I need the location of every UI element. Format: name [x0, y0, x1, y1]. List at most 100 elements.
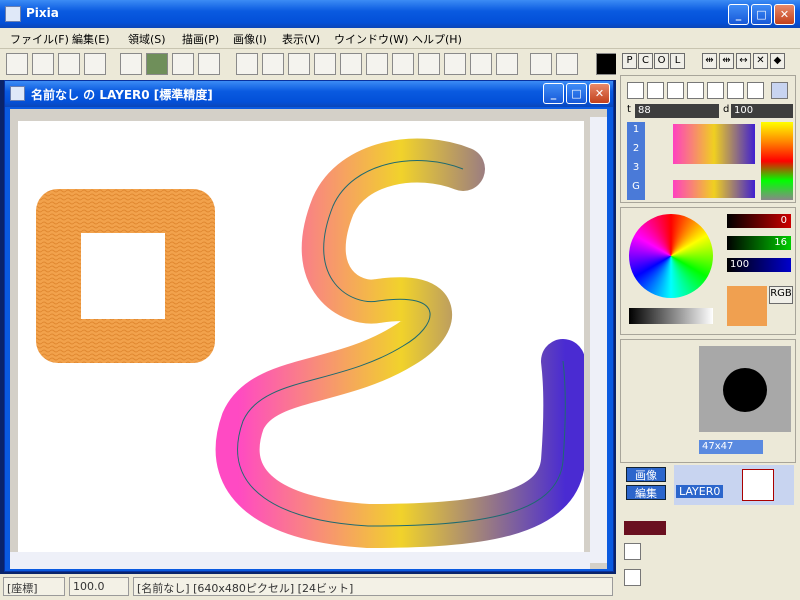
collapse-icon[interactable]: ◆ — [770, 53, 785, 69]
layer-num-3[interactable]: 3 — [627, 162, 645, 173]
menu-draw[interactable]: 描画(P) — [182, 31, 219, 47]
layer-list-icon[interactable] — [624, 569, 641, 586]
gradient-curve-stroke — [215, 138, 588, 549]
save-icon[interactable] — [58, 53, 80, 75]
edit-tab[interactable]: 編集 — [626, 485, 666, 500]
layer-name[interactable]: LAYER0 — [676, 485, 724, 498]
arrange-horizontal-icon[interactable]: ⇹ — [702, 53, 717, 69]
app-title: Pixia — [26, 6, 59, 20]
vertical-scrollbar[interactable] — [590, 117, 607, 563]
copy-icon[interactable] — [172, 53, 194, 75]
app-icon — [5, 6, 21, 22]
maximize-button[interactable]: □ — [751, 4, 772, 25]
menu-image[interactable]: 画像(I) — [233, 31, 267, 47]
document-icon — [10, 86, 25, 101]
horizontal-scrollbar[interactable] — [10, 552, 590, 569]
checker-icon[interactable] — [496, 53, 518, 75]
rectangle-icon[interactable] — [262, 53, 284, 75]
color-panel: 0 16 100 RGB — [620, 207, 796, 335]
lasso-icon[interactable] — [418, 53, 440, 75]
eraser-tool-icon[interactable] — [747, 82, 764, 99]
blue-value[interactable]: 100 — [727, 258, 791, 272]
document-window: 名前なし の LAYER0 [標準精度] _ □ ✕ — [4, 80, 614, 572]
gradient-icon[interactable] — [556, 53, 578, 75]
open-folder-icon[interactable] — [32, 53, 54, 75]
green-value[interactable]: 16 — [727, 236, 791, 250]
fill-icon[interactable] — [444, 53, 466, 75]
layer-num-g[interactable]: G — [627, 181, 645, 192]
menu-edit[interactable]: 編集(E) — [72, 31, 110, 47]
app-titlebar: Pixia _ □ ✕ — [0, 0, 800, 28]
deselect-icon[interactable] — [470, 53, 492, 75]
brush-settings-panel: t 88 d 100 1 2 3 G — [620, 75, 796, 203]
menu-file[interactable]: ファイル(F) — [10, 31, 69, 47]
copy-brush-icon[interactable] — [727, 82, 744, 99]
redo-icon[interactable] — [146, 53, 168, 75]
document-title: 名前なし の LAYER0 [標準精度] — [31, 88, 213, 102]
layer-num-2[interactable]: 2 — [627, 143, 645, 154]
expand-icon[interactable]: ↔ — [736, 53, 751, 69]
color-wheel[interactable] — [629, 214, 713, 298]
layer-thumbnail[interactable] — [742, 469, 774, 501]
image-tab[interactable]: 画像 — [626, 467, 666, 482]
doc-maximize-button[interactable]: □ — [566, 83, 587, 104]
layer-number-column: 1 2 3 G — [627, 122, 645, 200]
canvas-area — [10, 109, 607, 569]
brush-preview-box — [699, 346, 791, 432]
current-color-swatch[interactable] — [596, 53, 618, 75]
tab-l[interactable]: L — [670, 53, 685, 69]
menu-region[interactable]: 領域(S) — [128, 31, 166, 47]
canvas-artwork — [36, 138, 588, 549]
pin-icon[interactable] — [624, 543, 641, 560]
airbrush-tool-icon[interactable] — [647, 82, 664, 99]
doc-close-button[interactable]: ✕ — [589, 83, 610, 104]
zoom-display: 100.0 — [69, 577, 129, 596]
brightness-slider[interactable] — [629, 308, 713, 324]
palette-column[interactable] — [761, 122, 793, 200]
image-info: [名前なし] [640x480ピクセル] [24ビット] — [133, 577, 613, 596]
magic-wand-icon[interactable] — [392, 53, 414, 75]
tab-p[interactable]: P — [622, 53, 637, 69]
gradient-strip[interactable] — [673, 180, 755, 198]
brush-tip-preview — [723, 368, 767, 412]
red-value[interactable]: 0 — [727, 214, 791, 228]
line-icon[interactable] — [288, 53, 310, 75]
new-file-icon[interactable] — [6, 53, 28, 75]
arrange-vertical-icon[interactable]: ⇹ — [719, 53, 734, 69]
brush-menu-icon[interactable] — [771, 82, 788, 99]
polygon-icon[interactable] — [340, 53, 362, 75]
statusbar: [座標] 100.0 [名前なし] [640x480ピクセル] [24ビット] — [0, 574, 616, 600]
menu-help[interactable]: ヘルプ(H) — [412, 31, 462, 47]
curve-icon[interactable] — [366, 53, 388, 75]
gradient-preview[interactable] — [673, 124, 755, 164]
pencil-tool-icon[interactable] — [627, 82, 644, 99]
smudge-tool-icon[interactable] — [687, 82, 704, 99]
density-label: d — [723, 104, 730, 115]
thickness-label: t — [627, 104, 631, 115]
tab-o[interactable]: O — [654, 53, 669, 69]
thickness-field[interactable]: 88 — [635, 104, 719, 118]
layer-list: LAYER0 — [674, 465, 794, 505]
rgb-mode-button[interactable]: RGB — [769, 286, 793, 304]
minimize-button[interactable]: _ — [728, 4, 749, 25]
current-brush-color[interactable] — [727, 286, 767, 326]
layer-color-swatch[interactable] — [624, 521, 666, 535]
ellipse-icon[interactable] — [314, 53, 336, 75]
drawing-canvas[interactable] — [18, 121, 588, 553]
menu-view[interactable]: 表示(V) — [282, 31, 320, 47]
doc-minimize-button[interactable]: _ — [543, 83, 564, 104]
toolbar — [0, 49, 618, 80]
density-field[interactable]: 100 — [731, 104, 793, 118]
tab-c[interactable]: C — [638, 53, 653, 69]
menu-window[interactable]: ウインドウ(W) — [334, 31, 408, 47]
stamp-icon[interactable] — [530, 53, 552, 75]
close-button[interactable]: ✕ — [774, 4, 795, 25]
blur-tool-icon[interactable] — [707, 82, 724, 99]
eraser-icon[interactable] — [236, 53, 258, 75]
print-icon[interactable] — [84, 53, 106, 75]
brush-tool-icon[interactable] — [667, 82, 684, 99]
layer-num-1[interactable]: 1 — [627, 124, 645, 135]
close-panels-icon[interactable]: ✕ — [753, 53, 768, 69]
undo-icon[interactable] — [120, 53, 142, 75]
paste-icon[interactable] — [198, 53, 220, 75]
